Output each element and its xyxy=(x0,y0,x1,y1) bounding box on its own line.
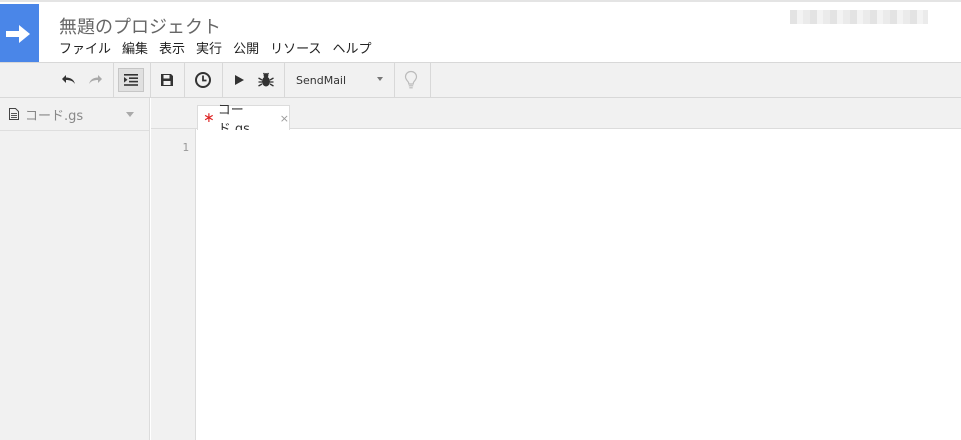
clock-icon xyxy=(195,72,211,88)
line-number: 1 xyxy=(182,141,189,154)
undo-icon xyxy=(62,75,75,84)
tab-code-gs[interactable]: ∗ コード.gs × xyxy=(197,103,290,137)
undo-button[interactable] xyxy=(58,69,80,91)
toolbar: SendMail xyxy=(0,62,961,98)
lightbulb-icon xyxy=(404,70,418,89)
menu-edit[interactable]: 編集 xyxy=(116,41,153,59)
code-editor[interactable] xyxy=(197,130,961,440)
menu-publish[interactable]: 公開 xyxy=(227,41,264,59)
redo-button[interactable] xyxy=(84,69,106,91)
arrow-right-icon xyxy=(6,25,30,43)
menu-resources[interactable]: リソース xyxy=(264,41,326,59)
close-icon[interactable]: × xyxy=(280,112,289,125)
apps-script-editor: 無題のプロジェクト ファイル 編集 表示 実行 公開 リソース ヘルプ Send… xyxy=(0,0,961,440)
menu-help[interactable]: ヘルプ xyxy=(326,41,376,59)
menu-bar: ファイル 編集 表示 実行 公開 リソース ヘルプ xyxy=(53,41,376,59)
function-select-value: SendMail xyxy=(296,73,347,87)
project-title[interactable]: 無題のプロジェクト xyxy=(59,13,221,39)
play-icon xyxy=(235,75,244,85)
lightbulb-button[interactable] xyxy=(400,69,422,91)
chevron-down-icon[interactable] xyxy=(126,112,134,117)
indent-icon xyxy=(124,74,138,86)
file-list-panel: コード.gs xyxy=(0,98,150,440)
save-button[interactable] xyxy=(156,69,178,91)
debug-button[interactable] xyxy=(255,69,277,91)
account-info-blurred[interactable] xyxy=(790,10,928,24)
triggers-button[interactable] xyxy=(192,69,214,91)
menu-view[interactable]: 表示 xyxy=(153,41,190,59)
menu-run[interactable]: 実行 xyxy=(190,41,227,59)
chevron-down-icon xyxy=(377,77,383,81)
save-icon xyxy=(161,74,173,86)
function-select[interactable]: SendMail xyxy=(289,70,393,90)
bug-icon xyxy=(258,72,274,87)
header: 無題のプロジェクト ファイル 編集 表示 実行 公開 リソース ヘルプ xyxy=(0,0,961,64)
run-button[interactable] xyxy=(228,69,250,91)
menu-file[interactable]: ファイル xyxy=(53,41,116,59)
apps-script-logo[interactable] xyxy=(0,4,39,64)
redo-icon xyxy=(89,75,102,84)
file-name: コード.gs xyxy=(25,108,84,124)
document-icon xyxy=(9,108,19,120)
gutter-header xyxy=(151,98,196,129)
file-item[interactable]: コード.gs xyxy=(0,98,149,131)
unsaved-marker: ∗ xyxy=(203,110,215,126)
tab-strip xyxy=(196,98,961,129)
indent-toggle-button[interactable] xyxy=(118,68,144,92)
